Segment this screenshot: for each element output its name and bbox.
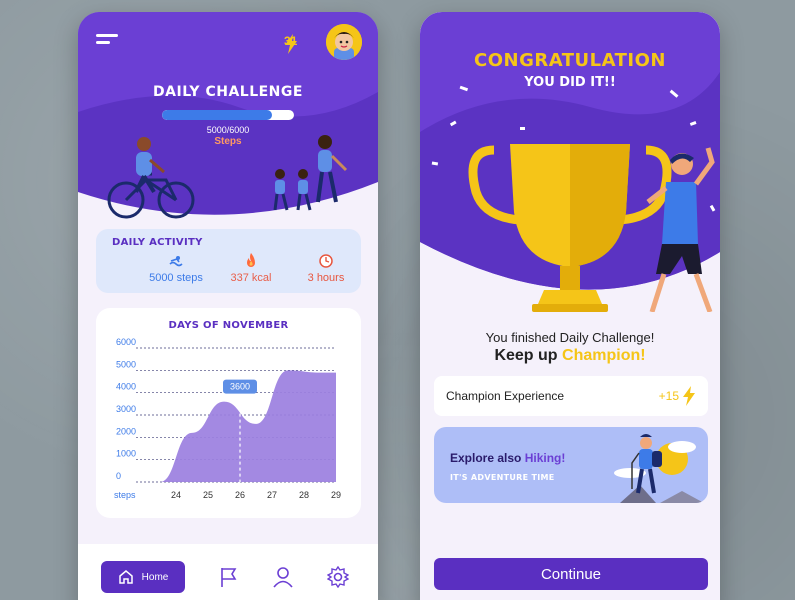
fire-icon — [247, 253, 255, 267]
home-icon — [118, 570, 133, 584]
gear-icon[interactable] — [327, 566, 349, 588]
steps-label: Steps — [214, 136, 242, 147]
energy-counter: 31 — [284, 34, 297, 54]
y-tick-label: 3000 — [116, 404, 136, 414]
menu-icon[interactable] — [96, 34, 120, 50]
continue-button[interactable]: Continue — [434, 558, 708, 590]
clock-icon — [319, 254, 333, 268]
activity-kcal: 337 kcal — [211, 253, 291, 284]
daily-challenge-screen: 31 DAILY CHALLENGE 5000/6000 Steps DAILY… — [78, 12, 378, 600]
x-axis-label: steps — [114, 490, 136, 500]
x-tick-label: 24 — [171, 490, 181, 500]
x-tick-label: 27 — [267, 490, 277, 500]
keep-up-heading: Keep up Champion! — [420, 347, 720, 365]
highlight-label: 3600 — [230, 382, 250, 392]
finished-text: You finished Daily Challenge! — [485, 330, 655, 345]
explore-title: Explore also Hiking! — [450, 451, 565, 465]
bottom-nav: Home — [78, 544, 378, 600]
experience-label: Champion Experience — [446, 389, 565, 403]
x-tick-label: 25 — [203, 490, 213, 500]
y-tick-label: 1000 — [116, 449, 136, 459]
swim-icon — [169, 256, 183, 267]
y-tick-label: 6000 — [116, 337, 136, 347]
daily-activity-card: DAILY ACTIVITY 5000 steps 337 kcal 3 hou… — [96, 229, 361, 293]
champion-experience-card: Champion Experience +15 — [434, 376, 708, 416]
hiking-illustration — [614, 434, 704, 503]
explore-prefix: Explore also — [450, 451, 522, 465]
x-tick-label: 26 — [235, 490, 245, 500]
keep-up-prefix: Keep up — [494, 347, 558, 364]
y-tick-label: 2000 — [116, 426, 136, 436]
activity-steps: 5000 steps — [136, 253, 216, 284]
steps-value: 5000 steps — [149, 272, 203, 284]
flag-icon[interactable] — [218, 566, 240, 588]
experience-value-wrap: +15 — [659, 386, 696, 406]
y-tick-label: 0 — [116, 471, 121, 481]
nav-home-label: Home — [141, 571, 169, 583]
nav-home-button[interactable]: Home — [101, 561, 185, 593]
steps-chart-card: DAYS OF NOVEMBER 0 1000 2000 3000 4000 5000 60… — [96, 308, 361, 518]
x-tick-label: 29 — [331, 490, 341, 500]
experience-value: +15 — [658, 389, 679, 403]
congrats-subtitle: YOU DID IT!! — [524, 75, 616, 90]
y-tick-label: 5000 — [116, 359, 136, 369]
page-title: DAILY CHALLENGE — [153, 84, 303, 100]
congrats-title: CONGRATULATION — [474, 50, 666, 71]
avatar[interactable] — [326, 24, 362, 60]
congratulation-screen: CONGRATULATION YOU DID IT!! You finished… — [420, 12, 720, 600]
steps-area-chart: 0 1000 2000 3000 4000 5000 6000 steps 24 25 26 27 28… — [114, 337, 341, 500]
steps-progress-text: 5000/6000 — [206, 125, 250, 135]
explore-accent: Hiking! — [524, 451, 566, 465]
hero-header: 31 DAILY CHALLENGE 5000/6000 Steps — [78, 12, 378, 227]
y-tick-label: 4000 — [116, 382, 136, 392]
user-icon[interactable] — [272, 566, 294, 588]
explore-subtitle: IT'S ADVENTURE TIME — [450, 473, 555, 482]
kcal-value: 337 kcal — [230, 272, 272, 284]
explore-hiking-card[interactable]: Explore also Hiking! IT'S ADVENTURE TIME — [434, 427, 708, 503]
lightning-icon — [285, 34, 297, 54]
highlight-point — [236, 398, 244, 406]
steps-progress-bar — [162, 110, 294, 120]
keep-up-accent: Champion! — [562, 347, 646, 364]
progress-fill — [162, 110, 272, 120]
hours-value: 3 hours — [307, 272, 345, 284]
activity-hours: 3 hours — [286, 253, 366, 284]
x-tick-label: 28 — [299, 490, 309, 500]
daily-activity-title: DAILY ACTIVITY — [112, 237, 203, 248]
lightning-icon — [683, 386, 695, 406]
